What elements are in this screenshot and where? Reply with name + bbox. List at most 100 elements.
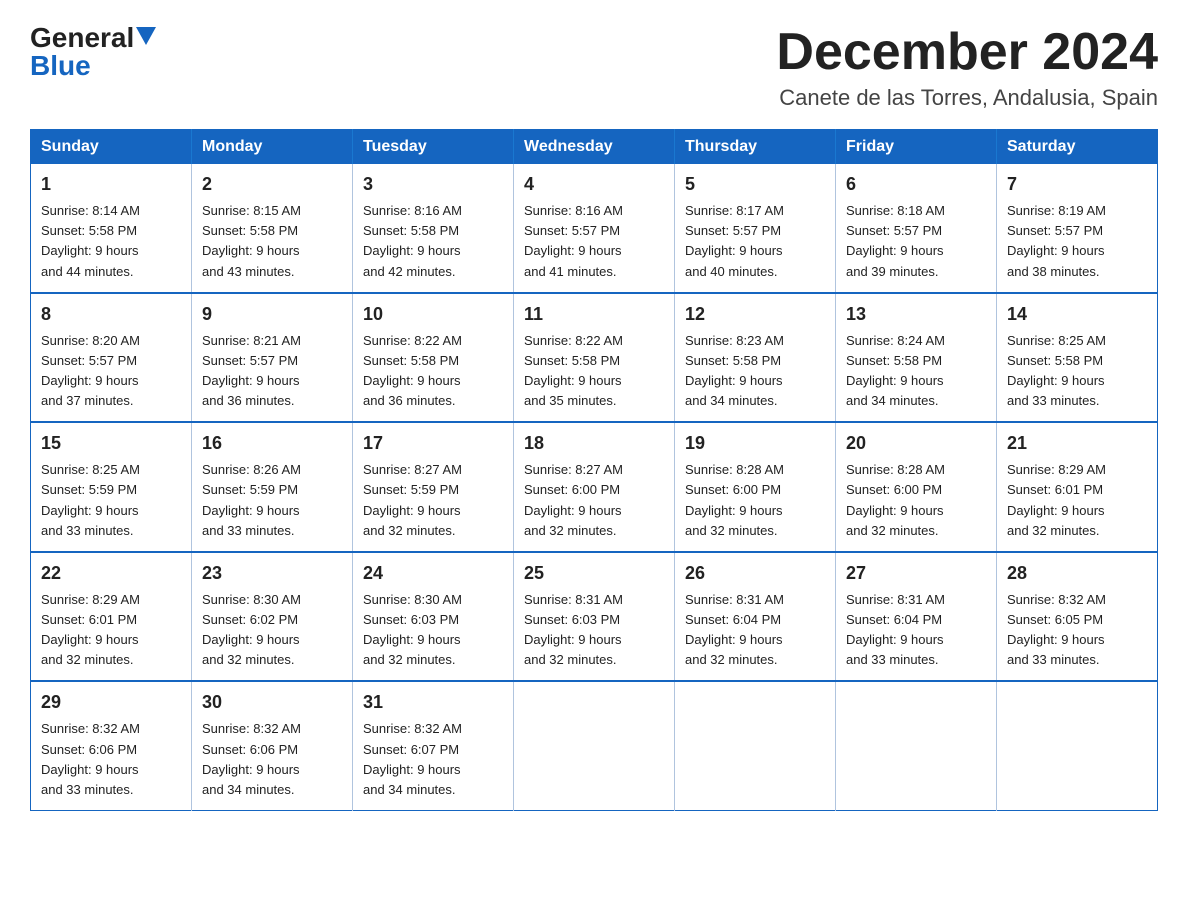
table-row: 8 Sunrise: 8:20 AMSunset: 5:57 PMDaylight… bbox=[31, 293, 192, 423]
day-number: 18 bbox=[524, 430, 664, 457]
day-info: Sunrise: 8:15 AMSunset: 5:58 PMDaylight:… bbox=[202, 201, 342, 282]
day-number: 29 bbox=[41, 689, 181, 716]
day-info: Sunrise: 8:30 AMSunset: 6:03 PMDaylight:… bbox=[363, 590, 503, 671]
day-number: 11 bbox=[524, 301, 664, 328]
calendar-week-row: 22 Sunrise: 8:29 AMSunset: 6:01 PMDayligh… bbox=[31, 552, 1158, 682]
day-number: 3 bbox=[363, 171, 503, 198]
logo-text: General bbox=[30, 24, 156, 52]
table-row: 9 Sunrise: 8:21 AMSunset: 5:57 PMDaylight… bbox=[192, 293, 353, 423]
table-row: 23 Sunrise: 8:30 AMSunset: 6:02 PMDayligh… bbox=[192, 552, 353, 682]
day-number: 1 bbox=[41, 171, 181, 198]
calendar-header-row: Sunday Monday Tuesday Wednesday Thursday… bbox=[31, 130, 1158, 165]
day-info: Sunrise: 8:25 AMSunset: 5:59 PMDaylight:… bbox=[41, 460, 181, 541]
table-row: 31 Sunrise: 8:32 AMSunset: 6:07 PMDayligh… bbox=[353, 681, 514, 810]
logo-blue: Blue bbox=[30, 52, 91, 80]
day-info: Sunrise: 8:28 AMSunset: 6:00 PMDaylight:… bbox=[846, 460, 986, 541]
day-info: Sunrise: 8:22 AMSunset: 5:58 PMDaylight:… bbox=[363, 331, 503, 412]
calendar-week-row: 1Sunrise: 8:14 AMSunset: 5:58 PMDaylight… bbox=[31, 164, 1158, 293]
day-number: 12 bbox=[685, 301, 825, 328]
table-row: 18 Sunrise: 8:27 AMSunset: 6:00 PMDayligh… bbox=[514, 422, 675, 552]
day-number: 8 bbox=[41, 301, 181, 328]
day-info: Sunrise: 8:24 AMSunset: 5:58 PMDaylight:… bbox=[846, 331, 986, 412]
day-number: 2 bbox=[202, 171, 342, 198]
table-row: 26Sunrise: 8:31 AMSunset: 6:04 PMDayligh… bbox=[675, 552, 836, 682]
day-info: Sunrise: 8:32 AMSunset: 6:07 PMDaylight:… bbox=[363, 719, 503, 800]
table-row: 25 Sunrise: 8:31 AMSunset: 6:03 PMDayligh… bbox=[514, 552, 675, 682]
logo-triangle-icon bbox=[136, 27, 156, 45]
day-info: Sunrise: 8:23 AMSunset: 5:58 PMDaylight:… bbox=[685, 331, 825, 412]
day-number: 16 bbox=[202, 430, 342, 457]
table-row: 29Sunrise: 8:32 AMSunset: 6:06 PMDayligh… bbox=[31, 681, 192, 810]
day-info: Sunrise: 8:18 AMSunset: 5:57 PMDaylight:… bbox=[846, 201, 986, 282]
day-info: Sunrise: 8:32 AMSunset: 6:05 PMDaylight:… bbox=[1007, 590, 1147, 671]
table-row: 7 Sunrise: 8:19 AMSunset: 5:57 PMDaylight… bbox=[997, 164, 1158, 293]
day-info: Sunrise: 8:31 AMSunset: 6:04 PMDaylight:… bbox=[685, 590, 825, 671]
day-info: Sunrise: 8:28 AMSunset: 6:00 PMDaylight:… bbox=[685, 460, 825, 541]
logo-general: General bbox=[30, 22, 134, 53]
day-number: 6 bbox=[846, 171, 986, 198]
table-row: 20 Sunrise: 8:28 AMSunset: 6:00 PMDayligh… bbox=[836, 422, 997, 552]
day-number: 22 bbox=[41, 560, 181, 587]
col-sunday: Sunday bbox=[31, 130, 192, 165]
day-info: Sunrise: 8:29 AMSunset: 6:01 PMDaylight:… bbox=[1007, 460, 1147, 541]
day-info: Sunrise: 8:19 AMSunset: 5:57 PMDaylight:… bbox=[1007, 201, 1147, 282]
day-info: Sunrise: 8:31 AMSunset: 6:04 PMDaylight:… bbox=[846, 590, 986, 671]
table-row: 22 Sunrise: 8:29 AMSunset: 6:01 PMDayligh… bbox=[31, 552, 192, 682]
day-number: 30 bbox=[202, 689, 342, 716]
calendar-week-row: 15 Sunrise: 8:25 AMSunset: 5:59 PMDayligh… bbox=[31, 422, 1158, 552]
day-number: 20 bbox=[846, 430, 986, 457]
table-row: 4Sunrise: 8:16 AMSunset: 5:57 PMDaylight… bbox=[514, 164, 675, 293]
table-row: 15 Sunrise: 8:25 AMSunset: 5:59 PMDayligh… bbox=[31, 422, 192, 552]
day-number: 24 bbox=[363, 560, 503, 587]
col-monday: Monday bbox=[192, 130, 353, 165]
day-number: 31 bbox=[363, 689, 503, 716]
table-row: 21 Sunrise: 8:29 AMSunset: 6:01 PMDayligh… bbox=[997, 422, 1158, 552]
table-row: 30 Sunrise: 8:32 AMSunset: 6:06 PMDayligh… bbox=[192, 681, 353, 810]
table-row: 14 Sunrise: 8:25 AMSunset: 5:58 PMDayligh… bbox=[997, 293, 1158, 423]
day-number: 15 bbox=[41, 430, 181, 457]
day-info: Sunrise: 8:22 AMSunset: 5:58 PMDaylight:… bbox=[524, 331, 664, 412]
day-info: Sunrise: 8:27 AMSunset: 6:00 PMDaylight:… bbox=[524, 460, 664, 541]
day-number: 23 bbox=[202, 560, 342, 587]
day-number: 14 bbox=[1007, 301, 1147, 328]
table-row: 24 Sunrise: 8:30 AMSunset: 6:03 PMDayligh… bbox=[353, 552, 514, 682]
day-number: 9 bbox=[202, 301, 342, 328]
day-info: Sunrise: 8:31 AMSunset: 6:03 PMDaylight:… bbox=[524, 590, 664, 671]
day-number: 5 bbox=[685, 171, 825, 198]
day-info: Sunrise: 8:29 AMSunset: 6:01 PMDaylight:… bbox=[41, 590, 181, 671]
page: General Blue December 2024 Canete de las… bbox=[0, 0, 1188, 841]
day-info: Sunrise: 8:16 AMSunset: 5:58 PMDaylight:… bbox=[363, 201, 503, 282]
table-row: 11 Sunrise: 8:22 AMSunset: 5:58 PMDayligh… bbox=[514, 293, 675, 423]
day-number: 28 bbox=[1007, 560, 1147, 587]
calendar-table: Sunday Monday Tuesday Wednesday Thursday… bbox=[30, 129, 1158, 811]
table-row bbox=[514, 681, 675, 810]
day-number: 10 bbox=[363, 301, 503, 328]
calendar-week-row: 8 Sunrise: 8:20 AMSunset: 5:57 PMDaylight… bbox=[31, 293, 1158, 423]
calendar-title: December 2024 bbox=[776, 24, 1158, 81]
day-info: Sunrise: 8:27 AMSunset: 5:59 PMDaylight:… bbox=[363, 460, 503, 541]
table-row: 5 Sunrise: 8:17 AMSunset: 5:57 PMDaylight… bbox=[675, 164, 836, 293]
day-number: 21 bbox=[1007, 430, 1147, 457]
day-info: Sunrise: 8:25 AMSunset: 5:58 PMDaylight:… bbox=[1007, 331, 1147, 412]
calendar-week-row: 29 Sunrise: 8:32 AMSunset: 6:06 PMDayligh… bbox=[31, 681, 1158, 810]
table-row: 12 Sunrise: 8:23 AMSunset: 5:58 PMDayligh… bbox=[675, 293, 836, 423]
day-number: 4 bbox=[524, 171, 664, 198]
col-tuesday: Tuesday bbox=[353, 130, 514, 165]
table-row: 6 Sunrise: 8:18 AMSunset: 5:57 PMDaylight… bbox=[836, 164, 997, 293]
day-number: 7 bbox=[1007, 171, 1147, 198]
table-row: 27Sunrise: 8:31 AMSunset: 6:04 PMDayligh… bbox=[836, 552, 997, 682]
day-info: Sunrise: 8:30 AMSunset: 6:02 PMDaylight:… bbox=[202, 590, 342, 671]
day-info: Sunrise: 8:21 AMSunset: 5:57 PMDaylight:… bbox=[202, 331, 342, 412]
table-row: 10 Sunrise: 8:22 AMSunset: 5:58 PMDayligh… bbox=[353, 293, 514, 423]
title-block: December 2024 Canete de las Torres, Anda… bbox=[776, 24, 1158, 111]
header: General Blue December 2024 Canete de las… bbox=[30, 24, 1158, 111]
day-info: Sunrise: 8:17 AMSunset: 5:57 PMDaylight:… bbox=[685, 201, 825, 282]
col-saturday: Saturday bbox=[997, 130, 1158, 165]
logo: General Blue bbox=[30, 24, 156, 80]
day-info: Sunrise: 8:32 AMSunset: 6:06 PMDaylight:… bbox=[202, 719, 342, 800]
table-row: 2 Sunrise: 8:15 AMSunset: 5:58 PMDaylight… bbox=[192, 164, 353, 293]
table-row: 28 Sunrise: 8:32 AMSunset: 6:05 PMDayligh… bbox=[997, 552, 1158, 682]
col-friday: Friday bbox=[836, 130, 997, 165]
day-number: 25 bbox=[524, 560, 664, 587]
day-info: Sunrise: 8:20 AMSunset: 5:57 PMDaylight:… bbox=[41, 331, 181, 412]
